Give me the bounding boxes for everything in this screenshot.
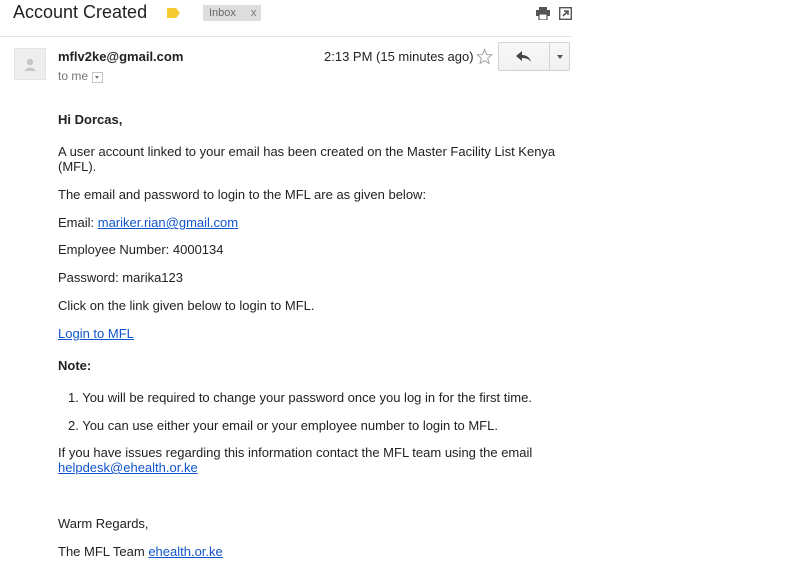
team-name: The MFL Team xyxy=(58,544,149,559)
note-item: 1. You will be required to change your p… xyxy=(68,390,532,405)
note-heading: Note: xyxy=(58,358,92,373)
note-item: 2. You can use either your email or your… xyxy=(68,418,498,433)
employee-number: Employee Number: 4000134 xyxy=(58,242,224,257)
recipient-text: to me xyxy=(58,69,89,83)
greeting: Hi Dorcas, xyxy=(58,112,123,127)
helpdesk-line: helpdesk@ehealth.or.ke xyxy=(58,460,198,475)
email-subject: Account Created xyxy=(13,2,148,22)
more-options-dropdown-icon xyxy=(556,54,563,59)
team-website-link[interactable]: ehealth.or.ke xyxy=(148,544,222,559)
helpdesk-email-link[interactable]: helpdesk@ehealth.or.ke xyxy=(58,460,198,475)
print-icon[interactable] xyxy=(536,7,550,20)
intro-line-1: A user account linked to your email has … xyxy=(58,144,556,159)
important-label-icon[interactable] xyxy=(167,8,180,18)
sender-email[interactable]: mflv2ke@gmail.com xyxy=(58,49,183,64)
remove-label-button[interactable]: x xyxy=(251,7,257,19)
reply-button[interactable] xyxy=(499,43,550,70)
reply-button-group xyxy=(498,42,570,71)
credentials-intro: The email and password to login to the M… xyxy=(58,187,427,202)
recipient-line: to me xyxy=(58,69,104,83)
star-icon[interactable] xyxy=(476,48,493,65)
click-instruction: Click on the link given below to login t… xyxy=(58,298,315,313)
regards: Warm Regards, xyxy=(58,516,149,531)
sender-avatar xyxy=(14,48,46,80)
reply-icon xyxy=(516,50,531,62)
login-line: Login to MFL xyxy=(58,326,134,341)
inbox-label-text: Inbox xyxy=(209,7,236,19)
subject-bar: Account Created Inbox x xyxy=(0,0,572,37)
inbox-label-chip[interactable]: Inbox x xyxy=(203,5,262,21)
password-line: Password: marika123 xyxy=(58,270,183,285)
email-link[interactable]: mariker.rian@gmail.com xyxy=(98,215,238,230)
open-new-window-icon[interactable] xyxy=(559,7,572,20)
intro-line-2: (MFL). xyxy=(58,159,97,174)
signature-line: The MFL Team ehealth.or.ke xyxy=(58,544,223,559)
message-timestamp: 2:13 PM (15 minutes ago) xyxy=(324,49,474,64)
avatar-placeholder-icon xyxy=(24,58,36,71)
issues-text: If you have issues regarding this inform… xyxy=(58,445,533,460)
email-label: Email: xyxy=(58,215,98,230)
more-options-button[interactable] xyxy=(550,43,569,70)
email-line: Email: mariker.rian@gmail.com xyxy=(58,215,238,230)
login-link[interactable]: Login to MFL xyxy=(58,326,134,341)
show-details-dropdown-icon[interactable] xyxy=(92,71,104,83)
